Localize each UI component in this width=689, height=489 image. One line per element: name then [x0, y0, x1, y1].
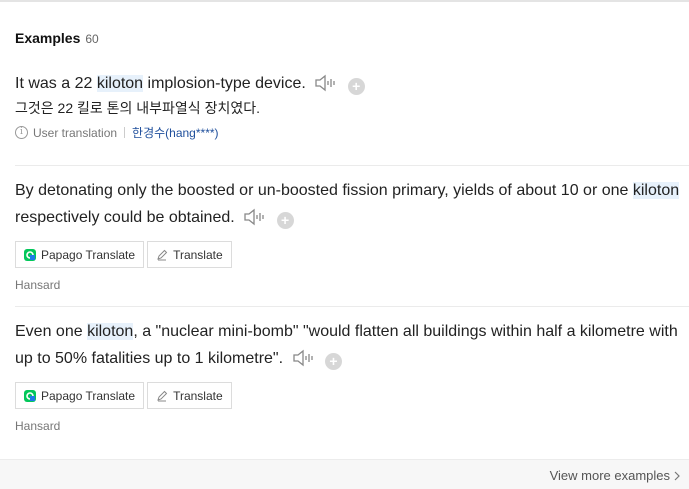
info-icon: i — [15, 126, 28, 139]
example-translation: 그것은 22 킬로 톤의 내부파열식 장치였다. — [15, 100, 260, 116]
top-border — [0, 0, 689, 2]
example-sentence: By detonating only the boosted or un-boo… — [15, 182, 680, 229]
pencil-icon — [157, 390, 168, 401]
user-translation-label: User translation — [33, 125, 118, 140]
keyword-highlight: kiloton — [632, 182, 680, 199]
action-buttons: Papago Translate Translate — [15, 241, 689, 268]
example-divider — [15, 306, 689, 307]
footer-bar: View more examples — [0, 459, 689, 489]
example-source: Hansard — [15, 278, 61, 292]
section-title: Examples — [15, 30, 81, 46]
example-sentence: It was a 22 kiloton implosion-type devic… — [15, 70, 689, 97]
examples-header: Examples 60 — [15, 30, 99, 46]
translate-button[interactable]: Translate — [147, 241, 232, 268]
speaker-icon[interactable] — [243, 208, 267, 226]
example-sentence: Even one kiloton, a "nuclear mini-bomb" … — [15, 323, 678, 370]
chevron-right-icon — [674, 471, 680, 480]
translation-meta: i User translation 한경수(hang****) — [15, 124, 689, 141]
plus-circle-icon[interactable]: + — [324, 353, 342, 370]
papago-translate-button[interactable]: Papago Translate — [15, 382, 145, 409]
keyword-highlight: kiloton — [96, 75, 144, 92]
papago-logo-icon — [24, 389, 36, 402]
papago-translate-button[interactable]: Papago Translate — [15, 241, 145, 268]
speaker-icon[interactable] — [292, 349, 316, 367]
keyword-highlight: kiloton — [87, 323, 134, 340]
divider — [124, 127, 126, 138]
papago-logo-icon — [24, 248, 36, 261]
plus-circle-icon[interactable]: + — [276, 212, 294, 229]
examples-count: 60 — [85, 32, 99, 46]
example-item: It was a 22 kiloton implosion-type devic… — [15, 70, 689, 141]
speaker-icon[interactable] — [314, 74, 338, 92]
example-item: By detonating only the boosted or un-boo… — [15, 177, 689, 292]
example-item: Even one kiloton, a "nuclear mini-bomb" … — [15, 318, 689, 433]
plus-circle-icon[interactable]: + — [347, 78, 365, 95]
user-link[interactable]: 한경수(hang****) — [132, 124, 219, 141]
example-divider — [15, 165, 689, 166]
view-more-link[interactable]: View more examples — [550, 468, 680, 483]
action-buttons: Papago Translate Translate — [15, 382, 689, 409]
translate-button[interactable]: Translate — [147, 382, 232, 409]
example-source: Hansard — [15, 419, 61, 433]
pencil-icon — [157, 249, 168, 260]
